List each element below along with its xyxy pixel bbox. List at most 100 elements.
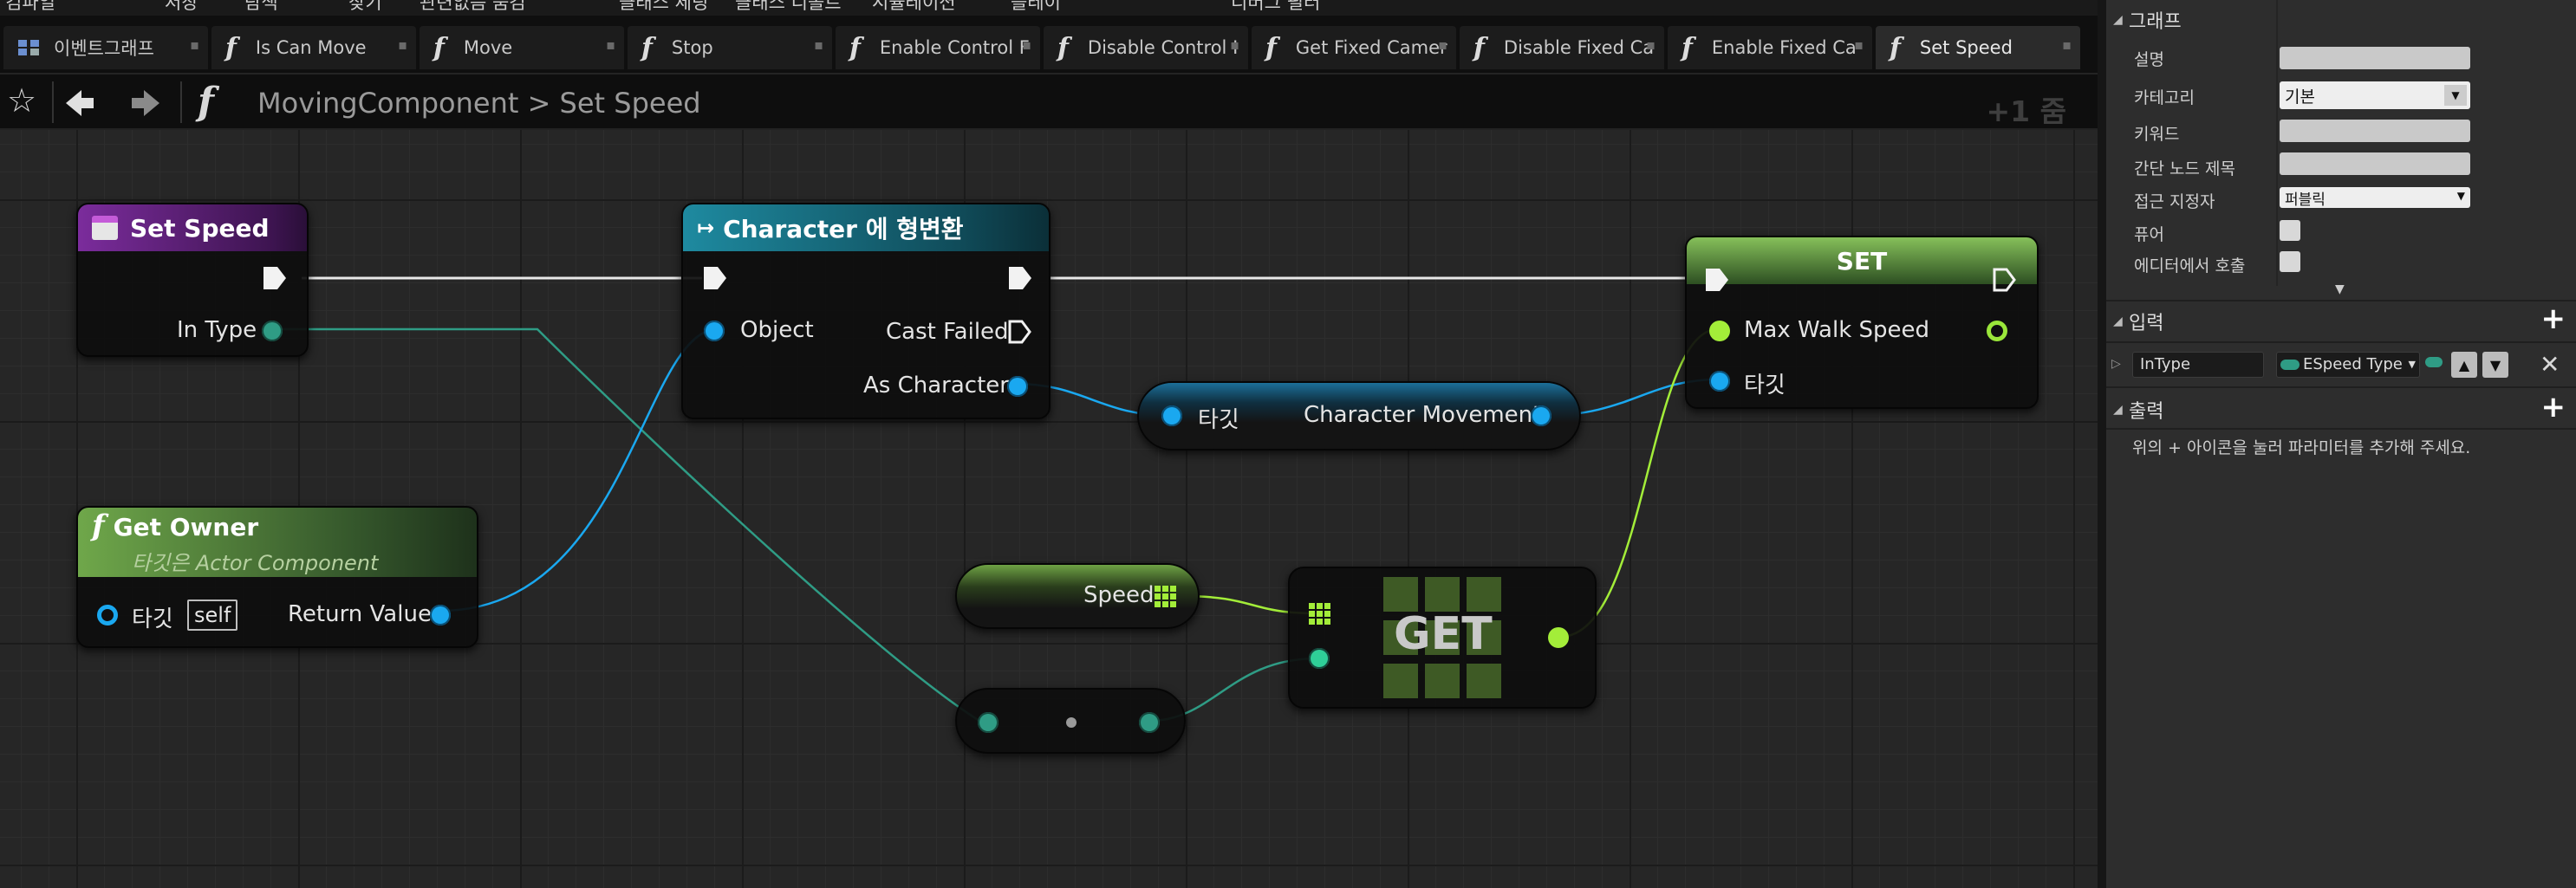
access-specifier-value: 퍼블릭: [2285, 191, 2326, 209]
owner-target-pin[interactable]: [97, 605, 118, 625]
tab-disable-fixed-camera[interactable]: f Disable Fixed Ca ▪: [1460, 26, 1664, 69]
chevron-down-icon[interactable]: ▼: [2457, 190, 2465, 202]
close-icon[interactable]: ▪: [1646, 36, 1656, 53]
pin-label: Cast Failed: [886, 319, 1009, 345]
cast-failed-pin[interactable]: [1007, 319, 1033, 345]
toolbar-save[interactable]: 저장: [165, 0, 198, 15]
tab-enable-control[interactable]: f Enable Control F ▪: [836, 26, 1040, 69]
move-up-button[interactable]: ▲: [2451, 352, 2477, 378]
add-input-button[interactable]: +: [2541, 301, 2566, 336]
in-type-pin[interactable]: [262, 321, 283, 341]
compact-node-title-input[interactable]: [2280, 152, 2470, 175]
close-icon[interactable]: ▪: [1438, 36, 1447, 53]
blueprint-graph-canvas[interactable]: Set Speed In Type ↦ Character 에 형변환 Obje…: [0, 130, 2098, 888]
tab-set-speed[interactable]: f Set Speed ▪: [1876, 26, 2080, 69]
pin-label: 타깃: [132, 606, 173, 632]
array-get-node[interactable]: GET: [1288, 567, 1597, 709]
outputs-section-header[interactable]: ◢ 출력: [2106, 393, 2576, 426]
inputs-section-header[interactable]: ◢ 입력: [2106, 305, 2576, 338]
as-character-pin[interactable]: [1007, 376, 1028, 397]
close-icon[interactable]: ▪: [1854, 36, 1864, 53]
function-icon: f: [1265, 32, 1277, 63]
exec-out-pin[interactable]: [1992, 267, 2018, 293]
toolbar-find[interactable]: 찾기: [348, 0, 382, 15]
tab-disable-control[interactable]: f Disable Control I ▪: [1044, 26, 1248, 69]
category-select[interactable]: 기본 ▼: [2280, 81, 2470, 109]
tab-move[interactable]: f Move ▪: [420, 26, 624, 69]
param-type-value: ESpeed Type: [2303, 355, 2403, 373]
param-name-input[interactable]: InType: [2132, 352, 2264, 378]
exec-in-pin[interactable]: [702, 265, 728, 291]
param-type-select[interactable]: ESpeed Type ▼: [2276, 352, 2420, 378]
array-grid-icon[interactable]: [1155, 586, 1177, 612]
toolbar-hide-unrelated[interactable]: 관련없음 숨김: [420, 0, 526, 15]
back-arrow-icon[interactable]: [64, 88, 95, 121]
close-icon[interactable]: ▪: [1022, 36, 1031, 53]
expand-advanced-icon[interactable]: ▼: [2335, 282, 2345, 296]
toolbar-play[interactable]: 플레이: [1011, 0, 1061, 15]
byte-out-pin[interactable]: [1139, 712, 1160, 733]
object-wire: [439, 327, 714, 613]
function-entry-icon: [92, 216, 118, 240]
close-icon[interactable]: ▪: [2062, 36, 2072, 53]
tab-get-fixed-camera[interactable]: f Get Fixed Camer ▪: [1252, 26, 1456, 69]
index-pin[interactable]: [1309, 648, 1330, 669]
pure-checkbox[interactable]: [2280, 220, 2300, 241]
self-default-value[interactable]: self: [187, 600, 238, 631]
tab-stop[interactable]: f Stop ▪: [628, 26, 832, 69]
tab-enable-fixed-camera[interactable]: f Enable Fixed Ca ▪: [1668, 26, 1872, 69]
toolbar-simulation[interactable]: 시뮬레이션: [872, 0, 956, 15]
chevron-down-icon[interactable]: ▼: [2444, 85, 2467, 106]
character-movement-pin[interactable]: [1531, 405, 1551, 426]
remove-param-icon[interactable]: ✕: [2540, 350, 2560, 379]
container-type-icon[interactable]: [2425, 357, 2443, 367]
tab-label: Disable Control I: [1087, 37, 1239, 58]
close-icon[interactable]: ▪: [398, 36, 407, 53]
access-specifier-select[interactable]: 퍼블릭 ▼: [2280, 187, 2470, 209]
exec-in-pin[interactable]: [1704, 267, 1730, 293]
exec-out-pin[interactable]: [1007, 265, 1033, 291]
set-max-walk-speed-node[interactable]: SET Max Walk Speed 타깃: [1685, 236, 2039, 409]
move-down-button[interactable]: ▼: [2482, 352, 2508, 378]
set-speed-entry-node[interactable]: Set Speed In Type: [76, 203, 309, 357]
exec-out-pin[interactable]: [262, 265, 288, 291]
star-icon[interactable]: ☆: [7, 81, 36, 120]
breadcrumb[interactable]: MovingComponent > Set Speed: [257, 87, 701, 120]
enum-in-pin[interactable]: [978, 712, 999, 733]
toolbar-class-defaults[interactable]: 클래스 디폴트: [735, 0, 842, 15]
keywords-input[interactable]: [2280, 120, 2470, 142]
tab-is-can-move[interactable]: f Is Can Move ▪: [211, 26, 416, 69]
function-icon: f: [1057, 32, 1069, 63]
max-walk-speed-pin[interactable]: [1709, 321, 1730, 341]
graph-section-header[interactable]: ◢ 그래프: [2106, 3, 2576, 36]
cm-target-pin[interactable]: [1161, 405, 1182, 426]
array-in-pin[interactable]: [1309, 603, 1331, 629]
tab-label: 이벤트그래프: [54, 38, 154, 59]
divider: [52, 81, 54, 123]
tab-event-graph[interactable]: 이벤트그래프 ▪: [3, 26, 208, 69]
toolbar-browse[interactable]: 탐색: [244, 0, 278, 15]
return-value-pin[interactable]: [430, 605, 451, 625]
speed-variable-node[interactable]: Speed: [955, 563, 1200, 629]
description-input[interactable]: [2280, 47, 2470, 69]
toolbar-debug-filter[interactable]: 디버그 필터: [1231, 0, 1320, 15]
expand-param-icon[interactable]: ▷: [2111, 357, 2121, 371]
set-target-pin[interactable]: [1709, 371, 1730, 392]
forward-arrow-icon[interactable]: [130, 88, 161, 121]
close-icon[interactable]: ▪: [606, 36, 615, 53]
close-icon[interactable]: ▪: [190, 36, 199, 53]
max-walk-speed-out-pin[interactable]: [1987, 321, 2007, 341]
call-in-editor-checkbox[interactable]: [2280, 251, 2300, 272]
toolbar-class-settings[interactable]: 클래스 세팅: [619, 0, 708, 15]
character-movement-node[interactable]: 타깃 Character Movement: [1137, 381, 1581, 450]
cast-to-character-node[interactable]: ↦ Character 에 형변환 Object Cast Failed As …: [681, 203, 1051, 419]
close-icon[interactable]: ▪: [1230, 36, 1239, 53]
toolbar-compile[interactable]: 컴파일: [5, 0, 55, 15]
tab-label: Stop: [671, 37, 713, 58]
get-out-pin[interactable]: [1548, 627, 1569, 648]
enum-to-byte-node[interactable]: [955, 688, 1186, 754]
close-icon[interactable]: ▪: [814, 36, 823, 53]
object-pin[interactable]: [704, 321, 725, 341]
get-owner-node[interactable]: f Get Owner 타깃은 Actor Component 타깃 self …: [76, 506, 478, 648]
add-output-button[interactable]: +: [2541, 390, 2566, 425]
